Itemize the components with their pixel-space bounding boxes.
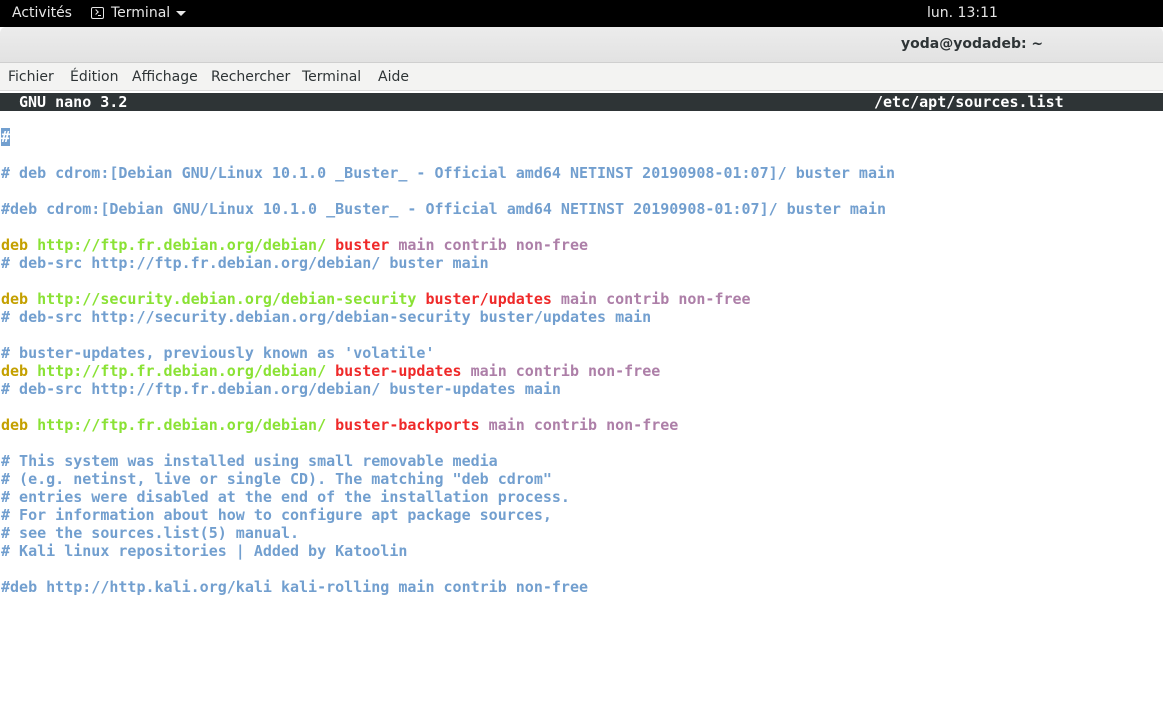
editor-buffer[interactable]: # # deb cdrom:[Debian GNU/Linux 10.1.0 _… — [1, 128, 895, 596]
line-keyword: deb — [1, 416, 29, 434]
editor-line: #deb cdrom:[Debian GNU/Linux 10.1.0 _Bus… — [1, 200, 887, 218]
line-url: http://ftp.fr.debian.org/debian/ — [37, 362, 327, 380]
editor-line: # Kali linux repositories | Added by Kat… — [1, 542, 408, 560]
editor-line: # deb cdrom:[Debian GNU/Linux 10.1.0 _Bu… — [1, 164, 896, 182]
line-suite: buster — [335, 236, 390, 254]
line-url: http://ftp.fr.debian.org/debian/ — [37, 416, 327, 434]
line-keyword: deb — [1, 290, 29, 308]
activities-button[interactable]: Activités — [12, 5, 72, 21]
menu-rechercher[interactable]: Rechercher — [211, 69, 290, 85]
editor-line: # buster-updates, previously known as 'v… — [1, 344, 435, 362]
editor-line: # This system was installed using small … — [1, 452, 498, 470]
line-url: http://security.debian.org/debian-securi… — [37, 290, 417, 308]
line-keyword: deb — [1, 236, 29, 254]
caret-down-icon — [176, 10, 187, 16]
line-components: main contrib non-free — [488, 416, 679, 434]
line-components: main contrib non-free — [470, 362, 661, 380]
line-components: main contrib non-free — [560, 290, 751, 308]
editor-line: # (e.g. netinst, live or single CD). The… — [1, 470, 552, 488]
menu-edition[interactable]: Édition — [70, 69, 118, 85]
clock[interactable]: lun. 13:11 — [927, 5, 998, 21]
editor-line: # deb-src http://security.debian.org/deb… — [1, 308, 652, 326]
app-menu-label: Terminal — [111, 5, 171, 21]
editor-line: #deb http://http.kali.org/kali kali-roll… — [1, 578, 588, 596]
editor-line: # deb-src http://ftp.fr.debian.org/debia… — [1, 254, 489, 272]
terminal-view[interactable]: GNU nano 3.2 /etc/apt/sources.list # # d… — [0, 91, 1163, 714]
app-menu-button[interactable]: Terminal — [91, 5, 187, 21]
menu-bar: Fichier Édition Affichage Rechercher Ter… — [0, 63, 1163, 91]
line-keyword: deb — [1, 362, 29, 380]
editor-line: deb http://ftp.fr.debian.org/debian/ bus… — [1, 236, 895, 254]
window-title-bar[interactable]: yoda@yodadeb: ~ — [0, 27, 1163, 63]
terminal-icon — [91, 7, 104, 19]
line-url: http://ftp.fr.debian.org/debian/ — [37, 236, 327, 254]
menu-affichage[interactable]: Affichage — [132, 69, 198, 85]
nano-filename: /etc/apt/sources.list — [874, 93, 1064, 111]
gnome-top-bar: Activités Terminal lun. 13:11 — [0, 0, 1163, 27]
text-cursor: # — [1, 128, 11, 146]
line-suite: buster/updates — [425, 290, 552, 308]
editor-line: # For information about how to configure… — [1, 506, 552, 524]
menu-fichier[interactable]: Fichier — [8, 69, 54, 85]
nano-title-bar: GNU nano 3.2 /etc/apt/sources.list — [0, 93, 1163, 111]
line-suite: buster-backports — [335, 416, 480, 434]
window-title: yoda@yodadeb: ~ — [901, 36, 1044, 52]
menu-terminal[interactable]: Terminal — [302, 69, 361, 85]
editor-line: # deb-src http://ftp.fr.debian.org/debia… — [1, 380, 561, 398]
editor-line: # — [1, 128, 895, 146]
nano-version: GNU nano 3.2 — [19, 93, 128, 111]
editor-line: deb http://ftp.fr.debian.org/debian/ bus… — [1, 416, 895, 434]
editor-line: # see the sources.list(5) manual. — [1, 524, 300, 542]
editor-line: # entries were disabled at the end of th… — [1, 488, 570, 506]
line-components: main contrib non-free — [398, 236, 589, 254]
editor-line: deb http://ftp.fr.debian.org/debian/ bus… — [1, 362, 895, 380]
menu-aide[interactable]: Aide — [378, 69, 409, 85]
editor-line: deb http://security.debian.org/debian-se… — [1, 290, 895, 308]
line-suite: buster-updates — [335, 362, 462, 380]
